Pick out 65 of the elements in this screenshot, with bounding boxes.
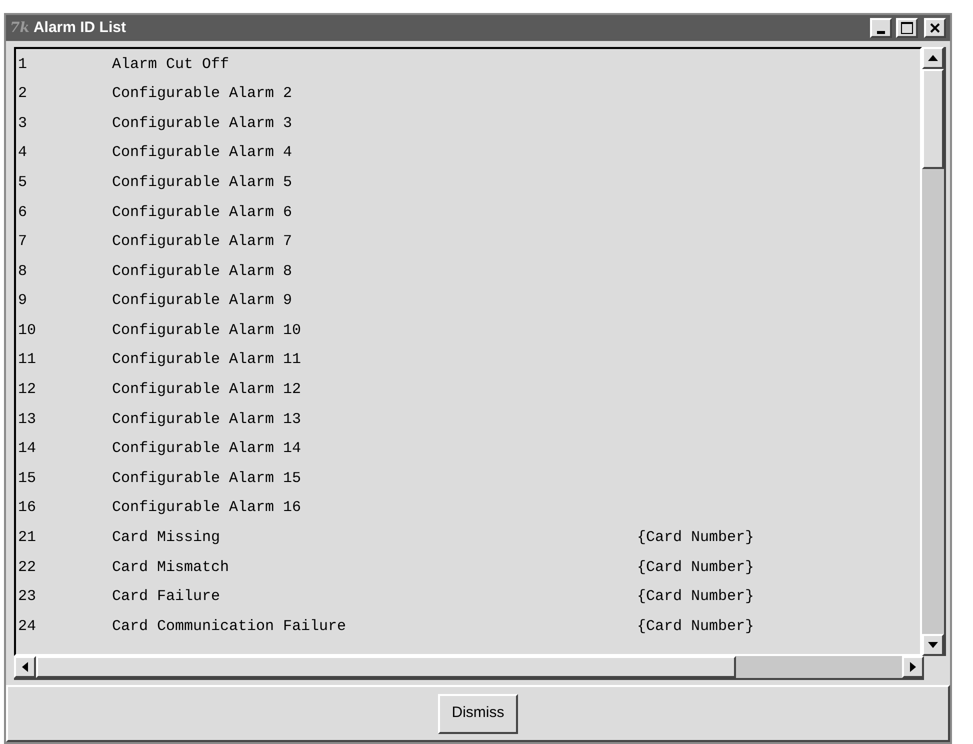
up-arrow-icon [928,55,938,61]
alarm-id: 22 [17,558,38,578]
alarm-id: 12 [17,380,38,400]
maximize-button[interactable] [896,18,918,38]
alarm-id: 6 [17,202,28,223]
alarm-name: Configurable Alarm 12 [112,380,302,400]
alarm-parameter: {Card Number} [637,558,754,578]
scroll-down-button[interactable] [922,634,944,656]
alarm-name: Configurable Alarm 8 [112,262,294,282]
alarm-id: 24 [17,616,38,637]
alarm-name: Configurable Alarm 6 [112,202,294,223]
alarm-id: 9 [17,291,28,312]
alarm-name: Configurable Alarm 13 [112,410,302,430]
left-arrow-icon [22,662,28,672]
alarm-id: 13 [17,410,38,430]
alarm-id: 1 [17,54,28,75]
app-icon: 7k [10,18,30,38]
close-button[interactable] [924,18,946,38]
alarm-name: Configurable Alarm 11 [112,350,302,370]
minimize-icon [877,31,885,34]
alarm-name: Card Mismatch [112,558,230,578]
alarm-name: Configurable Alarm 7 [112,232,294,252]
alarm-id: 2 [17,84,28,104]
alarm-name: Configurable Alarm 9 [112,291,294,312]
alarm-id: 5 [17,172,28,193]
alarm-name: Configurable Alarm 16 [112,498,302,518]
down-arrow-icon [928,642,938,648]
alarm-id: 15 [17,468,38,489]
alarm-name: Configurable Alarm 2 [112,84,294,104]
alarm-id: 23 [17,587,38,608]
scroll-right-button[interactable] [902,656,924,678]
close-icon [930,23,940,33]
alarm-name: Configurable Alarm 4 [112,143,294,164]
alarm-parameter: {Card Number} [637,528,754,548]
maximize-icon [901,22,913,34]
alarm-name: Configurable Alarm 10 [112,320,302,341]
scroll-left-button[interactable] [14,656,36,678]
alarm-name: Card Missing [112,528,222,548]
alarm-id: 7 [17,232,28,252]
horizontal-scrollbar[interactable] [14,656,924,680]
scroll-up-button[interactable] [922,47,944,69]
alarm-name: Configurable Alarm 14 [112,439,302,460]
alarm-name: Card Failure [112,587,222,608]
alarm-name: Configurable Alarm 5 [112,172,294,193]
alarm-name: Alarm Cut Off [112,54,230,75]
dismiss-button[interactable]: Dismiss [438,694,518,734]
alarm-id: 4 [17,143,28,164]
alarm-parameter: {Card Number} [637,587,754,608]
scroll-thumb[interactable] [922,69,944,169]
alarm-id: 10 [17,320,38,341]
scroll-thumb[interactable] [36,656,736,678]
alarm-id: 16 [17,498,38,518]
alarm-id: 8 [17,262,28,282]
right-arrow-icon [910,662,916,672]
alarm-id: 11 [17,350,38,370]
alarm-name: Configurable Alarm 3 [112,114,294,134]
alarm-name: Configurable Alarm 15 [112,468,302,489]
alarm-id: 21 [17,528,38,548]
alarm-id: 3 [17,114,28,134]
alarm-name: Card Communication Failure [112,616,348,637]
alarm-id: 14 [17,439,38,460]
vertical-scrollbar[interactable] [922,47,946,656]
window-title: Alarm ID List [33,18,127,38]
minimize-button[interactable] [870,18,892,38]
alarm-parameter: {Card Number} [637,616,754,637]
